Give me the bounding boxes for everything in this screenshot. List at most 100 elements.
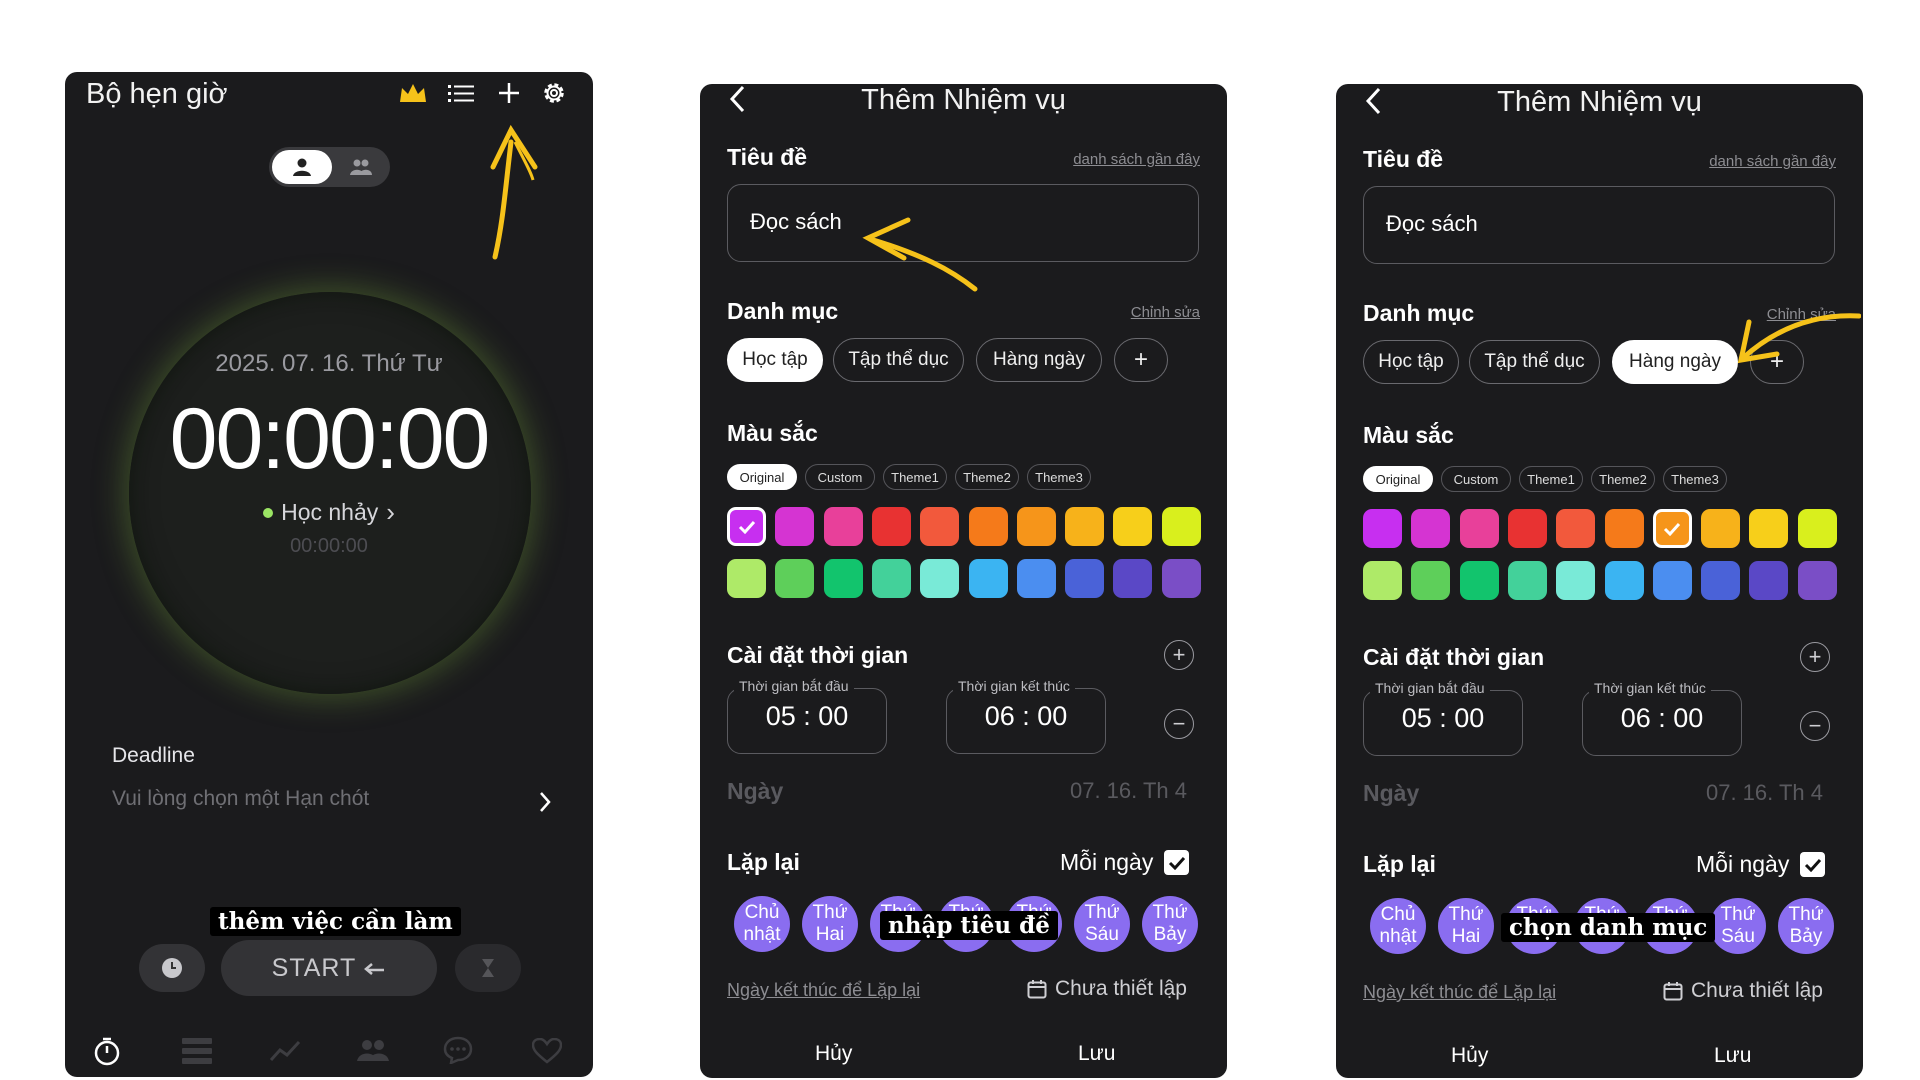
color-swatch[interactable]: [1113, 559, 1153, 598]
color-swatch[interactable]: [775, 559, 815, 598]
list-icon[interactable]: [444, 76, 478, 110]
chart-nav-icon[interactable]: [270, 1040, 300, 1062]
weekday-button[interactable]: Thứ Bảy: [1778, 898, 1834, 954]
weekday-button[interactable]: Thứ Sáu: [1074, 896, 1130, 952]
save-button[interactable]: Lưu: [1714, 1044, 1751, 1068]
hourglass-button[interactable]: [455, 944, 521, 992]
list-nav-icon[interactable]: [182, 1038, 212, 1064]
color-swatch[interactable]: [1556, 509, 1596, 548]
color-swatch[interactable]: [1065, 507, 1105, 546]
save-button[interactable]: Lưu: [1078, 1042, 1115, 1066]
theme-3[interactable]: Theme3: [1663, 466, 1727, 492]
color-swatch[interactable]: [1016, 559, 1056, 598]
clock-mode-button[interactable]: [139, 944, 205, 992]
date-value[interactable]: 07. 16. Th 4: [1070, 778, 1187, 804]
color-swatch[interactable]: [1161, 507, 1201, 546]
group-nav-icon[interactable]: [357, 1038, 389, 1062]
title-input[interactable]: Đọc sách: [1363, 186, 1835, 264]
color-swatch[interactable]: [727, 507, 766, 546]
mode-toggle[interactable]: [269, 147, 390, 187]
color-swatch[interactable]: [775, 507, 815, 546]
chat-nav-icon[interactable]: [443, 1036, 473, 1064]
crown-icon[interactable]: [396, 76, 430, 110]
add-time-button[interactable]: +: [1800, 642, 1830, 672]
color-swatch[interactable]: [1161, 559, 1201, 598]
every-day-checkbox[interactable]: [1164, 850, 1189, 875]
theme-custom[interactable]: Custom: [1441, 466, 1511, 492]
theme-3[interactable]: Theme3: [1027, 464, 1091, 490]
color-swatch[interactable]: [1749, 509, 1789, 548]
category-exercise[interactable]: Tập thể dục: [1469, 340, 1600, 384]
color-swatch[interactable]: [871, 507, 911, 546]
category-study[interactable]: Học tập: [1363, 340, 1459, 384]
color-swatch[interactable]: [1701, 509, 1741, 548]
color-swatch[interactable]: [1604, 509, 1644, 548]
color-swatch[interactable]: [1797, 561, 1837, 600]
color-swatch[interactable]: [1604, 561, 1644, 600]
color-swatch[interactable]: [1459, 561, 1499, 600]
weekday-button[interactable]: Thứ Bảy: [1142, 896, 1198, 952]
repeat-end-link[interactable]: Ngày kết thúc để Lặp lại: [727, 980, 920, 1001]
theme-original[interactable]: Original: [727, 464, 797, 490]
date-value[interactable]: 07. 16. Th 4: [1706, 780, 1823, 806]
cancel-button[interactable]: Hủy: [815, 1042, 852, 1066]
remove-time-button[interactable]: −: [1800, 711, 1830, 741]
color-swatch[interactable]: [1556, 561, 1596, 600]
color-swatch[interactable]: [1363, 509, 1402, 548]
start-time-field[interactable]: 05 : 00: [727, 688, 887, 754]
current-task[interactable]: Học nhảy ›: [65, 497, 593, 528]
weekday-button[interactable]: Chủ nhật: [734, 896, 790, 952]
gear-icon[interactable]: [537, 76, 571, 110]
color-swatch[interactable]: [871, 559, 911, 598]
add-task-icon[interactable]: [492, 76, 526, 110]
single-mode-button[interactable]: [272, 150, 332, 184]
theme-custom[interactable]: Custom: [805, 464, 875, 490]
color-swatch[interactable]: [1411, 561, 1451, 600]
color-swatch[interactable]: [920, 559, 960, 598]
start-button[interactable]: START: [221, 940, 437, 996]
repeat-end-value[interactable]: Chưa thiết lập: [1663, 979, 1823, 1003]
cancel-button[interactable]: Hủy: [1451, 1044, 1488, 1068]
category-daily[interactable]: Hàng ngày: [976, 338, 1102, 382]
theme-2[interactable]: Theme2: [1591, 466, 1655, 492]
category-daily[interactable]: Hàng ngày: [1612, 340, 1738, 384]
recent-list-link[interactable]: danh sách gần đây: [1709, 153, 1836, 170]
category-study[interactable]: Học tập: [727, 338, 823, 382]
timer-nav-icon[interactable]: [93, 1036, 121, 1066]
add-category-button[interactable]: +: [1114, 338, 1168, 382]
color-swatch[interactable]: [1016, 507, 1056, 546]
color-swatch[interactable]: [1113, 507, 1153, 546]
color-swatch[interactable]: [968, 507, 1008, 546]
color-swatch[interactable]: [1363, 561, 1402, 600]
category-exercise[interactable]: Tập thể dục: [833, 338, 964, 382]
color-swatch[interactable]: [1507, 509, 1547, 548]
remove-time-button[interactable]: −: [1164, 709, 1194, 739]
group-mode-button[interactable]: [335, 150, 387, 184]
edit-category-link[interactable]: Chỉnh sửa: [1131, 304, 1200, 321]
color-swatch[interactable]: [823, 507, 863, 546]
add-time-button[interactable]: +: [1164, 640, 1194, 670]
end-time-field[interactable]: 06 : 00: [1582, 690, 1742, 756]
end-time-field[interactable]: 06 : 00: [946, 688, 1106, 754]
theme-original[interactable]: Original: [1363, 466, 1433, 492]
deadline-selector[interactable]: Vui lòng chọn một Hạn chót: [112, 787, 552, 823]
weekday-button[interactable]: Thứ Hai: [1438, 898, 1494, 954]
color-swatch[interactable]: [1749, 561, 1789, 600]
every-day-checkbox[interactable]: [1800, 852, 1825, 877]
color-swatch[interactable]: [968, 559, 1008, 598]
color-swatch[interactable]: [1065, 559, 1105, 598]
theme-1[interactable]: Theme1: [883, 464, 947, 490]
theme-2[interactable]: Theme2: [955, 464, 1019, 490]
weekday-button[interactable]: Chủ nhật: [1370, 898, 1426, 954]
color-swatch[interactable]: [727, 559, 766, 598]
repeat-end-value[interactable]: Chưa thiết lập: [1027, 977, 1187, 1001]
color-swatch[interactable]: [1411, 509, 1451, 548]
weekday-button[interactable]: Thứ Sáu: [1710, 898, 1766, 954]
theme-1[interactable]: Theme1: [1519, 466, 1583, 492]
color-swatch[interactable]: [1797, 509, 1837, 548]
weekday-button[interactable]: Thứ Hai: [802, 896, 858, 952]
color-swatch[interactable]: [1652, 509, 1692, 548]
color-swatch[interactable]: [1459, 509, 1499, 548]
color-swatch[interactable]: [1701, 561, 1741, 600]
color-swatch[interactable]: [1652, 561, 1692, 600]
